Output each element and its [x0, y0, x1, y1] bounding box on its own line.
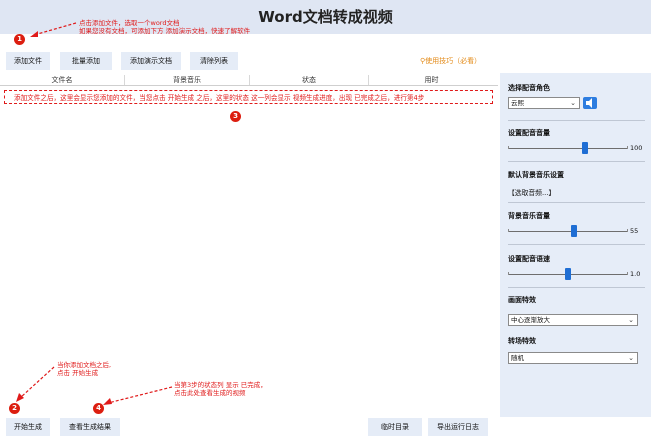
step-badge-3: 3 — [230, 111, 241, 122]
voice-volume-label: 设置配音音量 — [508, 129, 550, 137]
voice-speed-slider-thumb[interactable] — [565, 268, 571, 280]
column-header-status[interactable]: 状态 — [250, 75, 368, 85]
settings-sidebar: 选择配音角色 云熙 ⌄ 设置配音音量 100 默认背景音乐设置 【选取音频...… — [500, 73, 651, 417]
export-log-button[interactable]: 导出运行日志 — [428, 418, 488, 436]
voice-role-value: 云熙 — [511, 99, 524, 107]
column-header-bgmusic[interactable]: 背景音乐 — [125, 75, 249, 85]
speaker-icon[interactable] — [583, 97, 597, 109]
view-result-button[interactable]: 查看生成结果 — [60, 418, 120, 436]
step-badge-4: 4 — [93, 403, 104, 414]
annotation-arrow-4 — [103, 386, 173, 405]
add-file-button[interactable]: 添加文件 — [6, 52, 50, 70]
transition-effect-label: 转场特效 — [508, 337, 536, 345]
voice-volume-ticks — [508, 146, 628, 149]
annotation-1-line2: 如果您没有文档，可添加下方 添加演示文档，快速了解软件 — [79, 27, 251, 35]
bg-music-volume-value: 55 — [630, 227, 639, 235]
temp-dir-button[interactable]: 临时目录 — [368, 418, 422, 436]
hint-row-text: 添加文件之后，这里会显示您添加的文件，当您点击 开始生成 之后，这里的状态 这一… — [14, 94, 425, 102]
annotation-2-line2: 点击 开始生成 — [57, 369, 99, 377]
tips-link-label: 使用技巧（必看） — [425, 57, 482, 65]
chevron-down-icon: ⌄ — [570, 99, 576, 107]
annotation-4-line1: 当第3步的状态列 显示 已完成， — [174, 381, 267, 389]
transition-effect-select[interactable]: 随机 ⌄ — [508, 352, 638, 364]
voice-role-label: 选择配音角色 — [508, 84, 550, 92]
divider — [508, 244, 645, 245]
voice-role-select[interactable]: 云熙 ⌄ — [508, 97, 580, 109]
voice-volume-slider-thumb[interactable] — [582, 142, 588, 154]
start-generate-button[interactable]: 开始生成 — [6, 418, 50, 436]
screen-effect-select[interactable]: 中心逐渐放大 ⌄ — [508, 314, 638, 326]
column-header-duration[interactable]: 用时 — [369, 75, 494, 85]
batch-add-button[interactable]: 批量添加 — [60, 52, 112, 70]
add-demo-button[interactable]: 添加演示文档 — [121, 52, 181, 70]
annotation-2-line1: 当你添加文档之后, — [57, 361, 112, 369]
bg-music-volume-label: 背景音乐音量 — [508, 212, 550, 220]
voice-volume-value: 100 — [630, 144, 643, 152]
annotation-arrow-2 — [16, 366, 55, 402]
divider — [508, 161, 645, 162]
default-bg-music-label: 默认背景音乐设置 — [508, 171, 564, 179]
tips-link[interactable]: ⚲使用技巧（必看） — [420, 56, 481, 66]
step-badge-2: 2 — [9, 403, 20, 414]
annotation-1-line1: 点击添加文件，选取一个word文档 — [79, 19, 180, 27]
voice-speed-value: 1.0 — [630, 270, 641, 278]
annotation-arrow-1 — [30, 22, 77, 37]
step-badge-1: 1 — [14, 34, 25, 45]
screen-effect-value: 中心逐渐放大 — [511, 316, 550, 324]
chevron-down-icon: ⌄ — [628, 316, 634, 324]
chevron-down-icon: ⌄ — [628, 354, 634, 362]
divider — [508, 202, 645, 203]
annotation-4-line2: 点击此处查看生成的视频 — [174, 389, 246, 397]
voice-speed-label: 设置配音语速 — [508, 255, 550, 263]
bg-music-volume-ticks — [508, 229, 628, 232]
bg-music-volume-slider-thumb[interactable] — [571, 225, 577, 237]
divider — [508, 287, 645, 288]
table-header: 文件名 背景音乐 状态 用时 — [0, 74, 498, 86]
screen-effect-label: 画面特效 — [508, 296, 536, 304]
clear-list-button[interactable]: 清除列表 — [190, 52, 238, 70]
bottom-bar: 开始生成 查看生成结果 临时目录 导出运行日志 — [0, 418, 498, 436]
transition-effect-value: 随机 — [511, 354, 524, 362]
default-bg-music-picker[interactable]: 【选取音频...】 — [508, 187, 555, 197]
divider — [508, 120, 645, 121]
column-header-filename[interactable]: 文件名 — [0, 75, 124, 85]
